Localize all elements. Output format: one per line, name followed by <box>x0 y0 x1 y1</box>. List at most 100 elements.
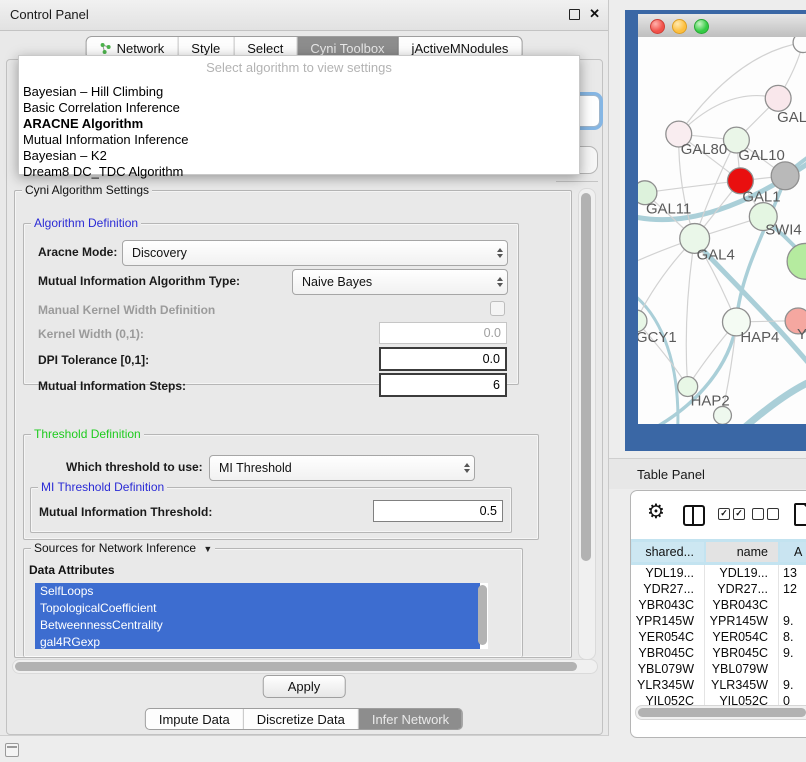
cell-value <box>779 597 806 613</box>
table-row[interactable]: YDL19... YDL19... 13 <box>631 565 806 581</box>
tab-discretize-data[interactable]: Discretize Data <box>244 709 359 729</box>
column-header-name[interactable]: name <box>706 542 778 562</box>
gear-icon[interactable]: ⚙ <box>647 502 665 522</box>
zoom-traffic-light-icon[interactable] <box>694 19 709 34</box>
cell-name: YDR27... <box>705 581 779 597</box>
table-panel-window: ⚙ ✓✓ shared... name A YDL19... YDL19... … <box>630 490 806 738</box>
algorithm-popup: Select algorithm to view settings Bayesi… <box>18 55 580 175</box>
cell-name: YPR145W <box>705 613 779 629</box>
network-node-cut[interactable] <box>793 37 806 53</box>
list-item-selfloops[interactable]: SelfLoops <box>35 583 480 600</box>
network-node-gray[interactable] <box>771 162 799 190</box>
mi-steps-input[interactable]: 6 <box>379 373 507 397</box>
dpi-tolerance-input[interactable]: 0.0 <box>379 347 507 371</box>
popup-item-basic-correlation[interactable]: Basic Correlation Inference <box>19 100 579 116</box>
float-window-icon[interactable] <box>569 9 580 20</box>
list-item-gal4rgexp[interactable]: gal4RGexp <box>35 634 480 649</box>
app-root: Control Panel ✕ Network Style Select Cy <box>0 0 806 762</box>
table-row[interactable]: YBL079W YBL079W <box>631 661 806 677</box>
cell-shared-name: YDR27... <box>631 581 705 597</box>
popup-item-dream8[interactable]: Dream8 DC_TDC Algorithm <box>19 164 579 180</box>
list-item-topologicalcoefficient[interactable]: TopologicalCoefficient <box>35 600 480 617</box>
aracne-mode-combobox[interactable]: Discovery <box>122 240 508 266</box>
network-canvas[interactable]: GAL7 GAL80 GAL10 GAL1 GAL11 SWI4 GAL4 HA… <box>638 37 806 424</box>
node-label-gal80: GAL80 <box>681 142 727 158</box>
manual-kernel-width-checkbox[interactable] <box>490 301 505 316</box>
table-row[interactable]: YPR145W YPR145W 9. <box>631 613 806 629</box>
tab-infer-network[interactable]: Infer Network <box>359 709 462 729</box>
popup-item-mutual-information[interactable]: Mutual Information Inference <box>19 132 579 148</box>
aracne-mode-value: Discovery <box>123 246 492 260</box>
tab-infer-network-label: Infer Network <box>372 712 449 727</box>
cell-value: 9. <box>779 677 806 693</box>
control-panel-title: Control Panel <box>10 7 89 22</box>
cell-shared-name: YER054C <box>631 629 705 645</box>
data-attributes-list: SelfLoops TopologicalCoefficient Between… <box>35 583 488 649</box>
cell-name: YBR045C <box>705 645 779 661</box>
data-attributes-label: Data Attributes <box>29 563 115 577</box>
kernel-width-input[interactable]: 0.0 <box>379 322 507 344</box>
which-threshold-combobox[interactable]: MI Threshold <box>209 455 475 481</box>
settings-vertical-scrollbar[interactable] <box>578 188 596 660</box>
combo-arrows-icon <box>459 463 474 473</box>
mi-type-value: Naive Bayes <box>293 275 492 289</box>
vertical-scrollbar-thumb[interactable] <box>581 193 591 561</box>
export-table-icon[interactable] <box>794 503 806 526</box>
popup-item-bayesian-k2[interactable]: Bayesian – K2 <box>19 148 579 164</box>
column-header-shared-name[interactable]: shared... <box>632 542 704 562</box>
table-scrollbar-thumb[interactable] <box>638 708 806 717</box>
network-window-titlebar[interactable] <box>638 14 806 38</box>
minimize-traffic-light-icon[interactable] <box>672 19 687 34</box>
cell-value: 9. <box>779 645 806 661</box>
mi-algorithm-type-combobox[interactable]: Naive Bayes <box>292 269 508 295</box>
threshold-definition-group: Threshold Definition Which threshold to … <box>23 434 539 540</box>
node-label-swi4: SWI4 <box>765 222 801 238</box>
split-columns-icon[interactable] <box>683 505 705 526</box>
algorithm-popup-placeholder: Select algorithm to view settings <box>19 60 579 75</box>
settings-horizontal-scrollbar[interactable] <box>12 659 598 674</box>
table-horizontal-scrollbar[interactable] <box>635 705 806 720</box>
sources-group-title[interactable]: Sources for Network Inference ▼ <box>31 541 215 555</box>
tab-impute-data[interactable]: Impute Data <box>146 709 244 729</box>
which-threshold-label: Which threshold to use: <box>66 460 203 474</box>
list-scrollbar-thumb[interactable] <box>478 585 487 645</box>
table-row[interactable]: YBR043C YBR043C <box>631 597 806 613</box>
column-header-cut[interactable]: A <box>780 542 806 562</box>
deselect-all-checkboxes-icon[interactable] <box>752 508 779 520</box>
kernel-width-label: Kernel Width (0,1): <box>38 327 144 341</box>
table-row[interactable]: YBR045C YBR045C 9. <box>631 645 806 661</box>
cell-name: YLR345W <box>705 677 779 693</box>
table-row[interactable]: YLR345W YLR345W 9. <box>631 677 806 693</box>
threshold-definition-title: Threshold Definition <box>31 427 144 441</box>
node-label-gal1: GAL1 <box>742 190 780 206</box>
mi-steps-label: Mutual Information Steps: <box>38 379 186 393</box>
select-all-checkboxes-icon[interactable]: ✓✓ <box>718 508 745 520</box>
node-label-y: Y <box>797 327 806 343</box>
table-header-row: shared... name A <box>631 539 806 565</box>
combo-arrows-icon <box>492 248 507 258</box>
manual-kernel-width-label: Manual Kernel Width Definition <box>38 303 215 317</box>
cell-value: 13 <box>779 565 806 581</box>
minimized-panel-icon[interactable] <box>5 743 19 757</box>
list-item-betweennesscentrality[interactable]: BetweennessCentrality <box>35 617 480 634</box>
close-icon[interactable]: ✕ <box>589 6 600 22</box>
apply-button[interactable]: Apply <box>263 675 346 698</box>
close-traffic-light-icon[interactable] <box>650 19 665 34</box>
cell-shared-name: YLR345W <box>631 677 705 693</box>
popup-item-aracne[interactable]: ARACNE Algorithm <box>19 116 579 132</box>
table-row[interactable]: YDR27... YDR27... 12 <box>631 581 806 597</box>
network-node-green-right[interactable] <box>787 243 806 279</box>
network-node-gcy1[interactable] <box>638 310 647 332</box>
network-node-gal7[interactable] <box>765 85 791 111</box>
algorithm-definition-title: Algorithm Definition <box>31 216 141 230</box>
table-row[interactable]: YER054C YER054C 8. <box>631 629 806 645</box>
sources-group-title-text: Sources for Network Inference <box>34 541 196 555</box>
combo-arrows-icon <box>492 277 507 287</box>
tab-discretize-data-label: Discretize Data <box>257 712 345 727</box>
popup-item-bayesian-hill-climbing[interactable]: Bayesian – Hill Climbing <box>19 84 579 100</box>
horizontal-scrollbar-thumb[interactable] <box>15 662 577 671</box>
network-view-frame: GAL7 GAL80 GAL10 GAL1 GAL11 SWI4 GAL4 HA… <box>625 10 806 451</box>
network-icon <box>100 42 112 54</box>
mi-threshold-input[interactable]: 0.5 <box>373 500 503 522</box>
node-label-hap4: HAP4 <box>740 330 779 346</box>
